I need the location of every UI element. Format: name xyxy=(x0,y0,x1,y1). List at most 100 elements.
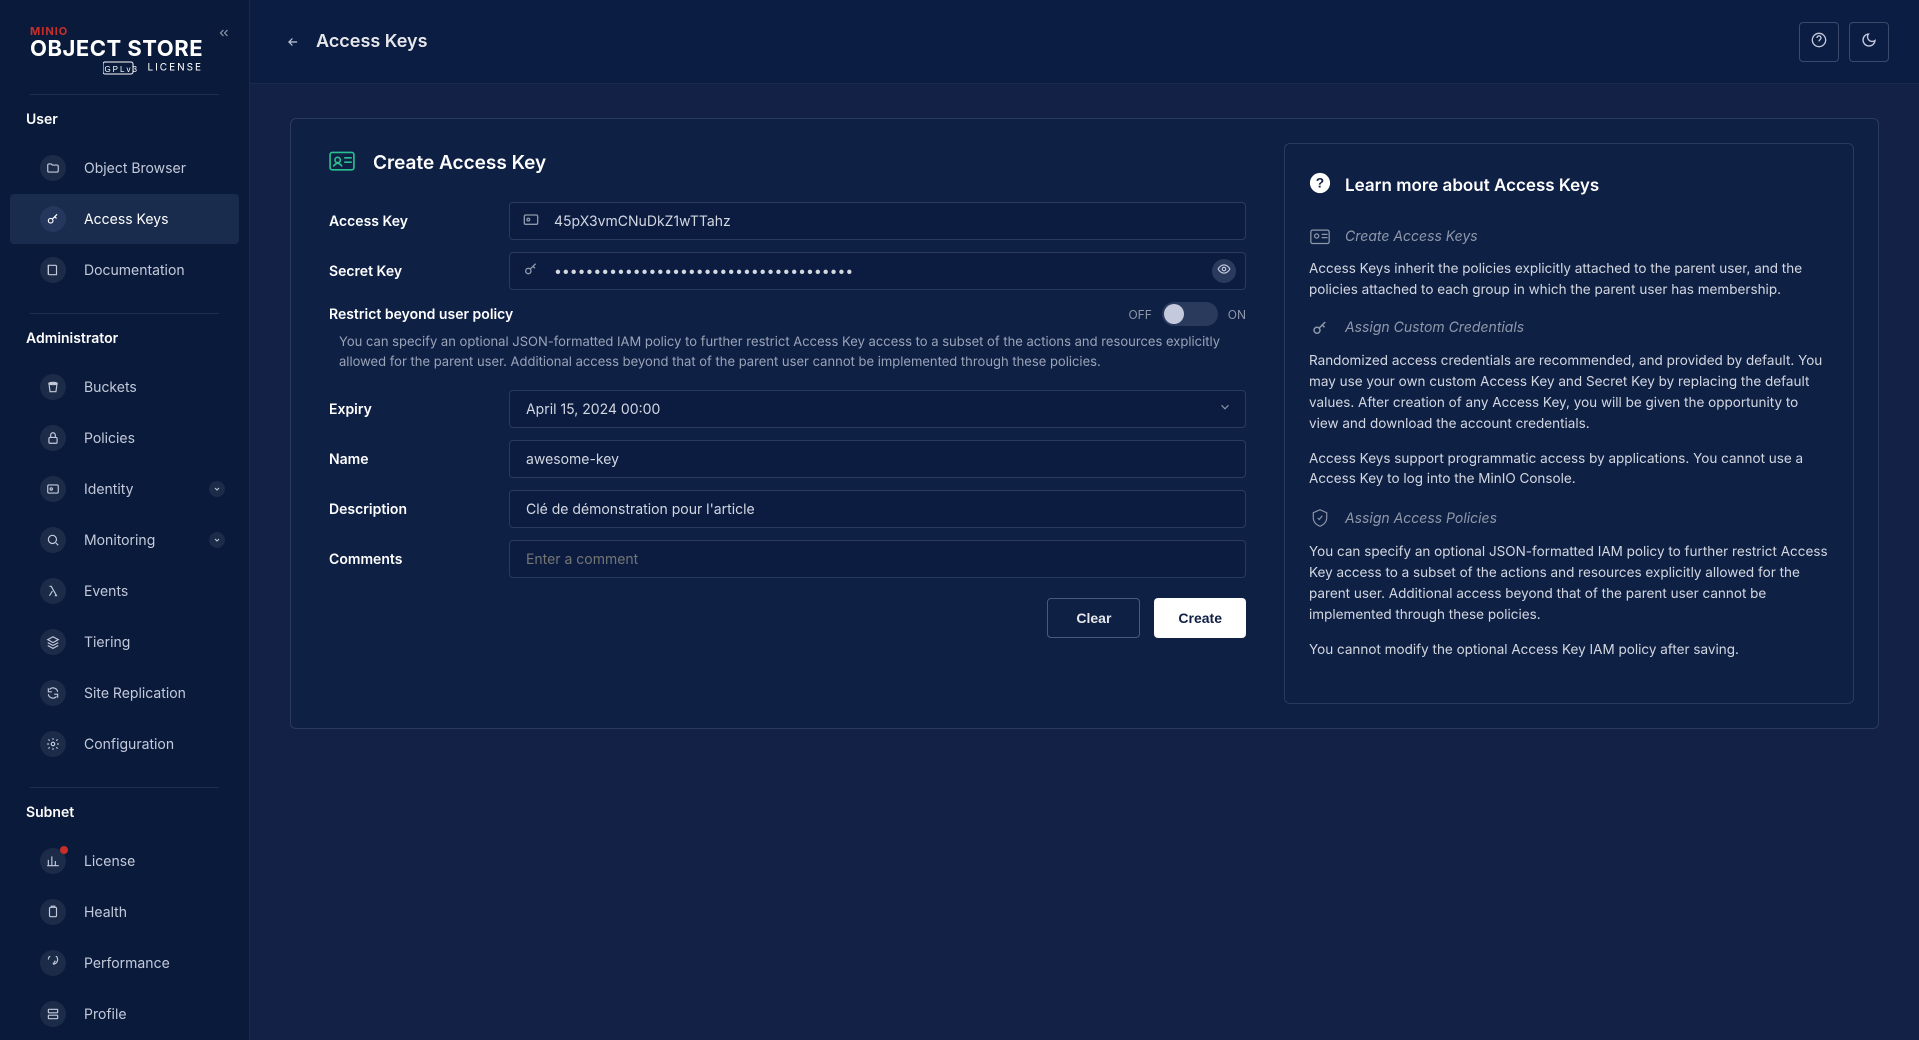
sidebar-item-documentation[interactable]: Documentation xyxy=(10,245,239,295)
id-card-icon xyxy=(329,149,355,176)
chart-icon xyxy=(45,853,61,869)
sidebar-item-access-keys[interactable]: Access Keys xyxy=(10,194,239,244)
section-title-subnet: Subnet xyxy=(0,804,249,835)
sidebar-item-tiering[interactable]: Tiering xyxy=(10,617,239,667)
topbar: Access Keys xyxy=(250,0,1919,84)
lambda-icon xyxy=(45,583,61,599)
theme-button[interactable] xyxy=(1849,22,1889,62)
label-name: Name xyxy=(329,451,509,468)
restrict-description: You can specify an optional JSON-formatt… xyxy=(339,332,1246,372)
folder-icon xyxy=(45,160,61,176)
create-button[interactable]: Create xyxy=(1154,598,1246,638)
expiry-value: April 15, 2024 00:00 xyxy=(509,390,1246,428)
gear-icon xyxy=(45,736,61,752)
clipboard-icon xyxy=(45,904,61,920)
layers-icon xyxy=(45,634,61,650)
info-text: Access Keys inherit the policies explici… xyxy=(1309,259,1829,301)
sidebar-item-events[interactable]: Events xyxy=(10,566,239,616)
sidebar-item-label: Health xyxy=(84,904,127,921)
sidebar-item-label: Documentation xyxy=(84,262,185,279)
search-icon xyxy=(45,532,61,548)
shield-icon xyxy=(1309,508,1331,528)
sidebar-item-monitoring[interactable]: Monitoring xyxy=(10,515,239,565)
question-circle-icon: ? xyxy=(1309,172,1331,199)
brand-logo: MINIO OBJECT STORE AGPLv3 LICENSE xyxy=(30,24,203,76)
clear-button[interactable]: Clear xyxy=(1047,598,1140,638)
sidebar-item-site-replication[interactable]: Site Replication xyxy=(10,668,239,718)
gauge-icon xyxy=(45,955,61,971)
label-secret-key: Secret Key xyxy=(329,263,509,280)
info-text: Randomized access credentials are recomm… xyxy=(1309,351,1829,435)
key-icon xyxy=(45,211,61,227)
sidebar-item-label: Buckets xyxy=(84,379,137,396)
collapse-sidebar-icon[interactable] xyxy=(215,24,233,46)
secret-key-input[interactable] xyxy=(509,252,1246,290)
expiry-select[interactable]: April 15, 2024 00:00 xyxy=(509,390,1246,428)
restrict-title: Restrict beyond user policy xyxy=(329,306,1128,323)
sidebar-item-object-browser[interactable]: Object Browser xyxy=(10,143,239,193)
sync-icon xyxy=(45,685,61,701)
sidebar-item-performance[interactable]: Performance xyxy=(10,938,239,988)
info-text: Access Keys support programmatic access … xyxy=(1309,449,1829,491)
lock-icon xyxy=(45,430,61,446)
toggle-off-label: OFF xyxy=(1128,307,1151,322)
label-description: Description xyxy=(329,501,509,518)
name-input[interactable] xyxy=(509,440,1246,478)
section-title-user: User xyxy=(0,111,249,142)
sidebar-item-label: Performance xyxy=(84,955,170,972)
sidebar-item-label: Site Replication xyxy=(84,685,186,702)
card-icon xyxy=(523,212,539,230)
eye-icon xyxy=(1217,262,1231,280)
info-title-text: Learn more about Access Keys xyxy=(1345,176,1599,196)
key-icon xyxy=(523,261,539,281)
description-input[interactable] xyxy=(509,490,1246,528)
sidebar-item-label: Profile xyxy=(84,1006,127,1023)
page-title: Access Keys xyxy=(316,31,427,52)
restrict-toggle[interactable] xyxy=(1162,302,1218,326)
comments-input[interactable] xyxy=(509,540,1246,578)
create-access-key-card: Create Access Key Access Key Secret Key xyxy=(290,118,1879,729)
reveal-password-button[interactable] xyxy=(1212,259,1236,283)
help-button[interactable] xyxy=(1799,22,1839,62)
sidebar-item-label: Access Keys xyxy=(84,211,169,228)
sidebar-item-label: License xyxy=(84,853,135,870)
sidebar-item-configuration[interactable]: Configuration xyxy=(10,719,239,769)
section-title-admin: Administrator xyxy=(0,330,249,361)
form-title: Create Access Key xyxy=(373,151,546,174)
stack-icon xyxy=(45,1006,61,1022)
sidebar-item-label: Monitoring xyxy=(84,532,155,549)
sidebar: MINIO OBJECT STORE AGPLv3 LICENSE User O… xyxy=(0,0,250,1040)
sidebar-item-license[interactable]: License xyxy=(10,836,239,886)
chevron-down-icon xyxy=(209,532,225,548)
info-text: You cannot modify the optional Access Ke… xyxy=(1309,640,1829,661)
moon-icon xyxy=(1861,32,1877,51)
book-icon xyxy=(45,262,61,278)
sidebar-item-identity[interactable]: Identity xyxy=(10,464,239,514)
sidebar-item-policies[interactable]: Policies xyxy=(10,413,239,463)
info-heading: Assign Custom Credentials xyxy=(1345,319,1524,336)
sidebar-item-label: Object Browser xyxy=(84,160,186,177)
key-icon xyxy=(1309,319,1331,337)
question-icon xyxy=(1811,32,1827,51)
label-comments: Comments xyxy=(329,551,509,568)
toggle-on-label: ON xyxy=(1228,307,1246,322)
sidebar-item-label: Configuration xyxy=(84,736,174,753)
chevron-down-icon xyxy=(209,481,225,497)
sidebar-item-label: Tiering xyxy=(84,634,130,651)
sidebar-item-label: Identity xyxy=(84,481,133,498)
sidebar-item-label: Policies xyxy=(84,430,135,447)
chevron-down-icon xyxy=(1218,400,1232,418)
info-heading: Create Access Keys xyxy=(1345,228,1478,245)
sidebar-item-buckets[interactable]: Buckets xyxy=(10,362,239,412)
back-arrow-icon[interactable] xyxy=(284,35,302,49)
sidebar-item-profile[interactable]: Profile xyxy=(10,989,239,1039)
bucket-icon xyxy=(45,379,61,395)
main: Access Keys Create Access Key Access Key xyxy=(250,0,1919,1040)
sidebar-item-health[interactable]: Health xyxy=(10,887,239,937)
info-heading: Assign Access Policies xyxy=(1345,510,1497,527)
label-expiry: Expiry xyxy=(329,401,509,418)
access-key-input[interactable] xyxy=(509,202,1246,240)
svg-text:?: ? xyxy=(1316,176,1324,191)
label-access-key: Access Key xyxy=(329,213,509,230)
id-card-icon xyxy=(1309,227,1331,245)
